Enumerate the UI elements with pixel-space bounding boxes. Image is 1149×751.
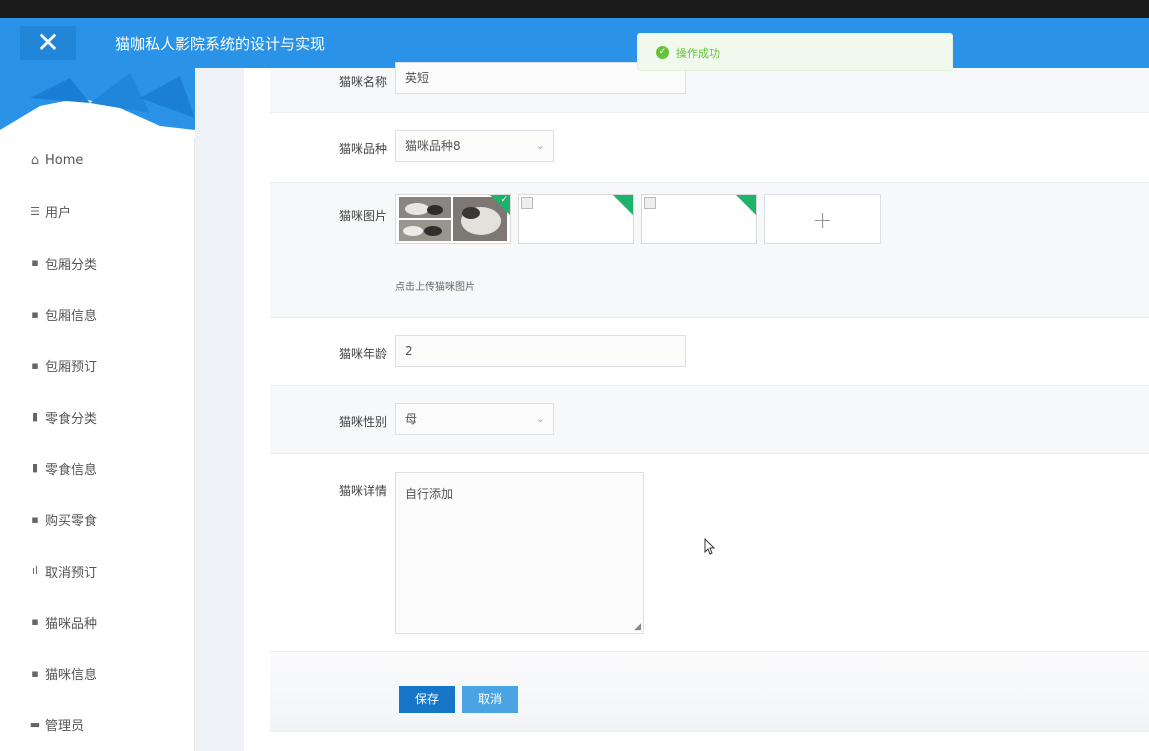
uploaded-image-2[interactable] [518, 194, 634, 244]
sidebar-item-label: 包厢信息 [45, 309, 98, 325]
monitor-icon: ▬ [29, 717, 41, 731]
gender-label: 猫咪性别 [338, 415, 387, 429]
sidebar-item-label: 包厢分类 [45, 257, 98, 273]
chevron-down-icon: ⌄ [535, 412, 545, 425]
chart-icon: ▮ [31, 410, 39, 424]
detail-textarea[interactable]: 自行添加 ◢ [395, 472, 644, 634]
check-circle-icon: ✓ [656, 46, 669, 59]
detail-textarea-value: 自行添加 [405, 487, 454, 501]
sidebar-item-label: 管理员 [45, 719, 85, 735]
sidebar-item-label: 猫咪信息 [45, 668, 98, 684]
broken-image-icon [644, 197, 656, 209]
age-label: 猫咪年龄 [338, 347, 387, 361]
sidebar-item-label: Home [45, 153, 84, 169]
sidebar-item-label: 零食信息 [45, 462, 98, 478]
upload-success-badge [735, 195, 756, 216]
form-row-age: 猫咪年龄 2 [270, 318, 1149, 386]
sidebar-item-cat-info[interactable]: ▪ 猫咪信息 [0, 648, 195, 699]
app-header: ✕ 猫咖私人影院系统的设计与实现 [0, 18, 1149, 68]
mouse-cursor-icon [704, 538, 716, 555]
sidebar-item-label: 取消预订 [45, 565, 98, 581]
cancel-button[interactable]: 取消 [462, 686, 518, 713]
sidebar-item-label: 猫咪品种 [45, 616, 98, 632]
sidebar-banner [0, 68, 195, 138]
upload-hint: 点击上传猫咪图片 [395, 282, 475, 293]
sidebar-item-label: 用户 [45, 206, 72, 222]
uploaded-image-1[interactable]: ✓ [395, 194, 511, 244]
breed-select[interactable]: 猫咪品种8 ⌄ [395, 130, 554, 162]
chevron-down-icon: ⌄ [535, 139, 545, 152]
detail-label: 猫咪详情 [338, 484, 387, 498]
list-icon: ☰ [30, 204, 40, 218]
gender-select-value: 母 [405, 412, 418, 426]
home-icon: ⌂ [30, 152, 40, 168]
sidebar-item-cat-breed[interactable]: ▪ 猫咪品种 [0, 597, 195, 648]
grid-icon: ▪ [31, 666, 39, 680]
grid-icon: ▪ [31, 256, 39, 270]
sidebar-menu: ⌂ Home ☰ 用户 ▪ 包厢分类 ▪ 包厢信息 ▪ 包厢预订 ▮ 零食分类 ▮ 零食信息 … [0, 135, 195, 751]
sidebar-item-label: 包厢预订 [45, 360, 98, 376]
age-input[interactable]: 2 [395, 335, 686, 367]
uploaded-image-3[interactable] [641, 194, 757, 244]
bag-icon: ▪ [31, 512, 39, 526]
sidebar-item-home[interactable]: ⌂ Home [0, 135, 195, 186]
images-label: 猫咪图片 [338, 209, 387, 223]
close-icon[interactable]: ✕ [20, 26, 76, 60]
grid-icon: ▪ [31, 307, 39, 321]
toast-message: 操作成功 [676, 47, 720, 60]
name-label: 猫咪名称 [338, 75, 387, 89]
breed-select-value: 猫咪品种8 [405, 139, 461, 153]
upload-success-badge [612, 195, 633, 216]
broken-image-icon [521, 197, 533, 209]
add-image-button[interactable]: + [764, 194, 881, 244]
window-top-bar [0, 0, 1149, 18]
sidebar-item-admin[interactable]: ▬ 管理员 [0, 699, 195, 750]
sidebar-item-cancel-booking[interactable]: ıl 取消预订 [0, 545, 195, 596]
check-icon: ✓ [500, 195, 508, 205]
bar-chart-icon: ıl [31, 564, 39, 578]
content-gutter [196, 68, 244, 751]
grid-icon: ▪ [31, 358, 39, 372]
grid-icon: ▪ [31, 615, 39, 629]
form-row-gender: 猫咪性别 母 ⌄ [270, 386, 1149, 454]
app-title: 猫咖私人影院系统的设计与实现 [115, 35, 326, 53]
sidebar-item-users[interactable]: ☰ 用户 [0, 186, 195, 237]
thumb-icon: ▮ [31, 461, 39, 475]
edit-form: 猫咪名称 英短 猫咪品种 猫咪品种8 ⌄ 猫咪图片 ✓ + 点击上传猫咪图片 猫… [244, 62, 1149, 751]
sidebar-item-snack-category[interactable]: ▮ 零食分类 [0, 391, 195, 442]
breed-label: 猫咪品种 [338, 142, 387, 156]
resize-handle-icon[interactable]: ◢ [634, 622, 641, 632]
gender-select[interactable]: 母 ⌄ [395, 403, 554, 435]
sidebar-item-room-booking[interactable]: ▪ 包厢预订 [0, 340, 195, 391]
save-button[interactable]: 保存 [399, 686, 455, 713]
sidebar-item-room-category[interactable]: ▪ 包厢分类 [0, 238, 195, 289]
success-toast: ✓ 操作成功 [637, 33, 953, 71]
sidebar-item-room-info[interactable]: ▪ 包厢信息 [0, 289, 195, 340]
form-row-breed: 猫咪品种 猫咪品种8 ⌄ [270, 113, 1149, 183]
sidebar-item-snack-info[interactable]: ▮ 零食信息 [0, 443, 195, 494]
sidebar-item-buy-snack[interactable]: ▪ 购买零食 [0, 494, 195, 545]
form-row-images: 猫咪图片 ✓ + 点击上传猫咪图片 [270, 183, 1149, 318]
sidebar: ⌂ Home ☰ 用户 ▪ 包厢分类 ▪ 包厢信息 ▪ 包厢预订 ▮ 零食分类 ▮ 零食信息 … [0, 68, 195, 751]
sidebar-item-label: 购买零食 [45, 514, 98, 530]
form-row-name: 猫咪名称 英短 [270, 62, 1149, 113]
sidebar-item-label: 零食分类 [45, 411, 98, 427]
